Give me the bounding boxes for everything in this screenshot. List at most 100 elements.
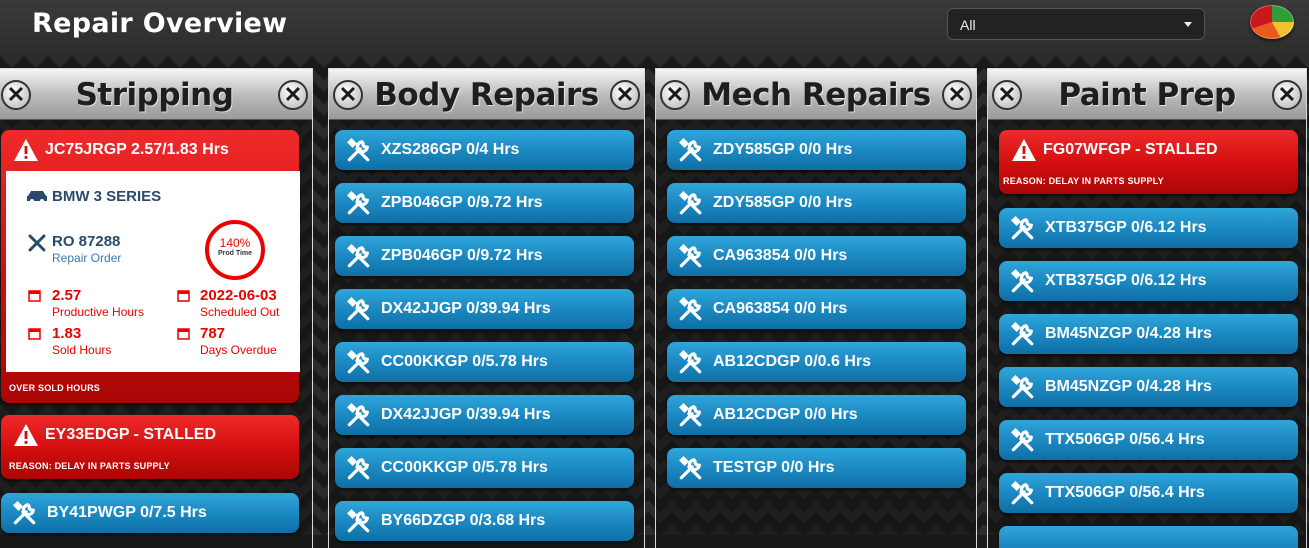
job-card[interactable]: ZPB046GP 0/9.72 Hrs bbox=[335, 183, 634, 223]
wrench-icon bbox=[347, 297, 370, 321]
sold-hours-label: Sold Hours bbox=[52, 343, 112, 357]
card-title: XTB375GP 0/6.12 Hrs bbox=[1045, 272, 1207, 289]
job-card[interactable]: CC00KKGP 0/5.78 Hrs bbox=[335, 342, 634, 382]
wrench-icon bbox=[347, 191, 370, 215]
card-title: ZPB046GP 0/9.72 Hrs bbox=[381, 247, 543, 264]
job-card[interactable]: BY41PWGP 0/7.5 Hrs bbox=[1, 493, 299, 533]
job-card[interactable]: AB12CDGP 0/0.6 Hrs bbox=[667, 342, 966, 382]
job-card[interactable]: XTB375GP 0/6.12 Hrs bbox=[999, 261, 1298, 301]
job-card[interactable]: BM45NZGP 0/4.28 Hrs bbox=[999, 314, 1298, 354]
column-header: ✕ Paint Prep ✕ bbox=[988, 69, 1306, 120]
wrench-icon bbox=[1011, 428, 1034, 452]
column-title: Paint Prep bbox=[1058, 77, 1236, 113]
productive-hours-value: 2.57 bbox=[52, 287, 82, 304]
column-mech-repairs: ✕ Mech Repairs ✕ ZDY585GP 0/0 Hrs ZDY585… bbox=[655, 68, 977, 548]
stall-reason: REASON: DELAY IN PARTS SUPPLY bbox=[9, 461, 170, 471]
wrench-icon bbox=[679, 191, 702, 215]
top-bar: Repair Overview All bbox=[0, 0, 1309, 56]
close-icon[interactable]: ✕ bbox=[942, 80, 972, 110]
wrench-icon bbox=[13, 501, 36, 525]
card-title: EY33EDGP - STALLED bbox=[45, 426, 216, 443]
tools-icon bbox=[28, 234, 46, 252]
wrench-icon bbox=[347, 350, 370, 374]
wrench-icon bbox=[347, 509, 370, 533]
card-title: TTX506GP 0/56.4 Hrs bbox=[1045, 431, 1205, 448]
vehicle-name: BMW 3 SERIES bbox=[52, 188, 162, 205]
chevron-down-icon bbox=[1184, 22, 1192, 27]
repair-order-label: Repair Order bbox=[52, 251, 122, 265]
job-card-detail[interactable]: JC75JRGP 2.57/1.83 Hrs BMW 3 SERIES RO 8… bbox=[1, 130, 300, 403]
card-title: TTX506GP 0/56.4 Hrs bbox=[1045, 484, 1205, 501]
wrench-icon bbox=[679, 456, 702, 480]
job-card[interactable]: XZS286GP 0/4 Hrs bbox=[335, 130, 634, 170]
wrench-icon bbox=[1011, 481, 1034, 505]
filter-dropdown[interactable]: All bbox=[947, 8, 1205, 40]
app-logo bbox=[1250, 5, 1294, 39]
job-card[interactable]: AB12CDGP 0/0 Hrs bbox=[667, 395, 966, 435]
close-icon[interactable]: ✕ bbox=[278, 80, 308, 110]
column-header: ✕ Mech Repairs ✕ bbox=[656, 69, 976, 120]
alert-icon bbox=[1012, 139, 1036, 161]
car-icon bbox=[27, 191, 47, 203]
card-title: CC00KKGP 0/5.78 Hrs bbox=[381, 353, 548, 370]
job-card[interactable]: DX42JJGP 0/39.94 Hrs bbox=[335, 289, 634, 329]
job-card-stalled[interactable]: EY33EDGP - STALLED REASON: DELAY IN PART… bbox=[1, 415, 299, 479]
job-card[interactable]: CC00KKGP 0/5.78 Hrs bbox=[335, 448, 634, 488]
job-card[interactable]: BM45NZGP 0/4.28 Hrs bbox=[999, 367, 1298, 407]
filter-selected-value: All bbox=[960, 17, 976, 33]
sold-hours-value: 1.83 bbox=[52, 325, 82, 342]
job-card[interactable]: DX42JJGP 0/39.94 Hrs bbox=[335, 395, 634, 435]
close-icon[interactable]: ✕ bbox=[1272, 80, 1302, 110]
job-card[interactable]: ZDY585GP 0/0 Hrs bbox=[667, 130, 966, 170]
wrench-icon bbox=[347, 244, 370, 268]
wrench-icon bbox=[347, 456, 370, 480]
wrench-icon bbox=[1011, 375, 1034, 399]
calendar-icon bbox=[28, 328, 41, 340]
alert-icon bbox=[14, 424, 38, 446]
prod-time-percent: 140% bbox=[219, 236, 251, 250]
alert-icon bbox=[14, 139, 38, 161]
column-title: Stripping bbox=[75, 77, 234, 113]
card-title: ZPB046GP 0/9.72 Hrs bbox=[381, 194, 543, 211]
card-footer-status: OVER SOLD HOURS bbox=[9, 383, 101, 393]
column-body-repairs: ✕ Body Repairs ✕ XZS286GP 0/4 Hrs ZPB046… bbox=[328, 68, 645, 548]
card-title: JC75JRGP 2.57/1.83 Hrs bbox=[45, 141, 229, 158]
wrench-icon bbox=[679, 403, 702, 427]
wrench-icon bbox=[1011, 269, 1034, 293]
page-title: Repair Overview bbox=[32, 8, 288, 39]
job-card-stalled[interactable]: FG07WFGP - STALLED REASON: DELAY IN PART… bbox=[999, 130, 1298, 194]
job-card-partial[interactable] bbox=[999, 526, 1298, 548]
job-card[interactable]: ZPB046GP 0/9.72 Hrs bbox=[335, 236, 634, 276]
calendar-icon bbox=[28, 290, 41, 302]
wrench-icon bbox=[679, 350, 702, 374]
card-title: TESTGP 0/0 Hrs bbox=[713, 459, 835, 476]
close-icon[interactable]: ✕ bbox=[610, 80, 640, 110]
wrench-icon bbox=[1011, 322, 1034, 346]
card-title: ZDY585GP 0/0 Hrs bbox=[713, 194, 853, 211]
job-card[interactable]: XTB375GP 0/6.12 Hrs bbox=[999, 208, 1298, 248]
wrench-icon bbox=[679, 297, 702, 321]
card-title: CA963854 0/0 Hrs bbox=[713, 300, 848, 317]
column-header: ✕ Stripping ✕ bbox=[0, 69, 312, 120]
job-card[interactable]: BY66DZGP 0/3.68 Hrs bbox=[335, 501, 634, 541]
wrench-icon bbox=[679, 244, 702, 268]
scheduled-out-value: 2022-06-03 bbox=[200, 287, 277, 304]
card-title: XTB375GP 0/6.12 Hrs bbox=[1045, 219, 1207, 236]
job-card[interactable]: ZDY585GP 0/0 Hrs bbox=[667, 183, 966, 223]
prod-time-gauge: 140% Prod Time bbox=[205, 220, 265, 280]
card-title: CC00KKGP 0/5.78 Hrs bbox=[381, 459, 548, 476]
wrench-icon bbox=[347, 403, 370, 427]
stall-reason: REASON: DELAY IN PARTS SUPPLY bbox=[1003, 176, 1164, 186]
card-title: CA963854 0/0 Hrs bbox=[713, 247, 848, 264]
scheduled-out-label: Scheduled Out bbox=[200, 305, 280, 319]
column-title: Body Repairs bbox=[374, 77, 599, 113]
job-card[interactable]: TTX506GP 0/56.4 Hrs bbox=[999, 420, 1298, 460]
job-card[interactable]: TTX506GP 0/56.4 Hrs bbox=[999, 473, 1298, 513]
wrench-icon bbox=[1011, 216, 1034, 240]
job-card[interactable]: CA963854 0/0 Hrs bbox=[667, 236, 966, 276]
job-card[interactable]: CA963854 0/0 Hrs bbox=[667, 289, 966, 329]
card-title: BY66DZGP 0/3.68 Hrs bbox=[381, 512, 546, 529]
column-title: Mech Repairs bbox=[701, 77, 931, 113]
job-card[interactable]: TESTGP 0/0 Hrs bbox=[667, 448, 966, 488]
card-title: BM45NZGP 0/4.28 Hrs bbox=[1045, 325, 1212, 342]
